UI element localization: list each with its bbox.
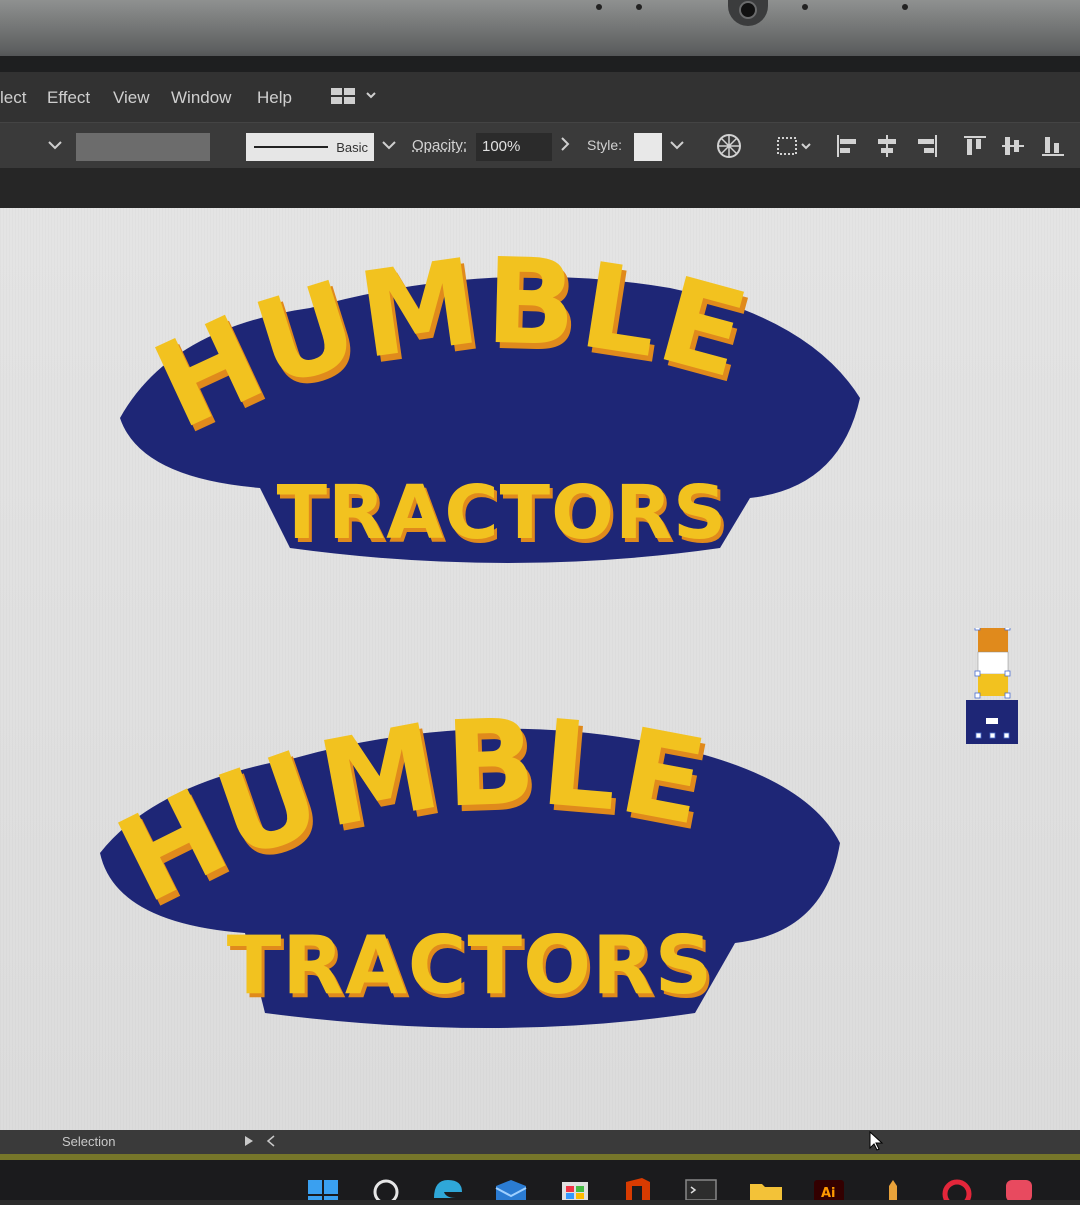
sensor-dot xyxy=(902,4,908,10)
bezel-edge xyxy=(0,56,1080,72)
opacity-label[interactable]: Opacity: xyxy=(412,137,467,154)
graphic-style-swatch[interactable] xyxy=(634,133,662,161)
mini-object[interactable] xyxy=(978,674,1008,696)
folder-icon[interactable] xyxy=(748,1178,784,1205)
control-bar: Basic Opacity: 100% Style: xyxy=(0,122,1080,169)
svg-text:Ai: Ai xyxy=(821,1186,836,1200)
pencil-icon[interactable] xyxy=(878,1178,908,1205)
recolor-icon[interactable] xyxy=(716,133,742,163)
menu-view[interactable]: View xyxy=(113,88,150,108)
terminal-icon[interactable] xyxy=(684,1178,718,1205)
humble-tractors-logo-top[interactable]: HUMBLE HUMBLE TRACTORS TRACTORS xyxy=(110,248,870,568)
stroke-profile-select[interactable]: Basic xyxy=(246,133,374,161)
menu-help[interactable]: Help xyxy=(257,88,292,108)
play-icon[interactable] xyxy=(244,1135,254,1150)
menu-select[interactable]: lect xyxy=(0,88,26,108)
mail-icon[interactable] xyxy=(494,1178,528,1205)
menu-effect[interactable]: Effect xyxy=(47,88,90,108)
align-top-icon[interactable] xyxy=(962,133,988,163)
selected-objects-preview[interactable] xyxy=(964,624,1022,753)
sensor-dot xyxy=(636,4,642,10)
stroke-preview xyxy=(254,146,328,148)
windows-icon[interactable] xyxy=(306,1178,340,1205)
chevron-down-icon[interactable] xyxy=(48,137,62,153)
webcam xyxy=(728,0,768,26)
align-middle-icon[interactable] xyxy=(1000,133,1026,163)
monitor-bezel xyxy=(0,0,1080,72)
chevron-left-icon[interactable] xyxy=(266,1135,276,1150)
artboard-canvas[interactable]: HUMBLE HUMBLE TRACTORS TRACTORS HUMBLE H… xyxy=(0,208,1080,1130)
layout-icon[interactable] xyxy=(330,86,378,111)
menu-bar: lect Effect View Window Help xyxy=(0,72,1080,122)
logo-tractors-text: TRACTORS xyxy=(277,470,728,556)
align-right-icon[interactable] xyxy=(914,133,940,163)
edge-icon[interactable] xyxy=(430,1178,464,1205)
fill-swatch[interactable] xyxy=(76,133,210,161)
opacity-input[interactable]: 100% xyxy=(476,133,552,161)
current-tool-label[interactable]: Selection xyxy=(62,1134,115,1149)
align-center-icon[interactable] xyxy=(874,133,900,163)
opera-icon[interactable] xyxy=(940,1178,974,1205)
store-icon[interactable] xyxy=(558,1178,592,1205)
stroke-profile-label: Basic xyxy=(336,140,368,155)
panel-strip xyxy=(0,168,1080,208)
mini-object[interactable] xyxy=(977,651,1009,675)
logo-tractors-text: TRACTORS xyxy=(227,919,714,1012)
app-icon[interactable] xyxy=(1002,1178,1036,1205)
status-bar: Selection xyxy=(0,1130,1080,1154)
align-left-icon[interactable] xyxy=(834,133,860,163)
search-icon[interactable] xyxy=(372,1178,402,1205)
align-to-icon[interactable] xyxy=(776,135,814,161)
chevron-down-icon[interactable] xyxy=(670,137,684,153)
humble-tractors-logo-bottom[interactable]: HUMBLE HUMBLE TRACTORS TRACTORS xyxy=(95,713,855,1033)
chevron-right-icon[interactable] xyxy=(560,137,570,154)
align-bottom-icon[interactable] xyxy=(1040,133,1066,163)
mini-object[interactable] xyxy=(978,628,1008,652)
sensor-dot xyxy=(802,4,808,10)
windows-taskbar: Ai xyxy=(0,1160,1080,1205)
chevron-down-icon[interactable] xyxy=(382,137,396,153)
menu-window[interactable]: Window xyxy=(171,88,231,108)
office-icon[interactable] xyxy=(620,1178,654,1205)
illustrator-icon[interactable]: Ai xyxy=(812,1178,846,1205)
sensor-dot xyxy=(596,4,602,10)
style-label: Style: xyxy=(587,137,623,153)
mouse-cursor-icon xyxy=(868,1130,884,1155)
